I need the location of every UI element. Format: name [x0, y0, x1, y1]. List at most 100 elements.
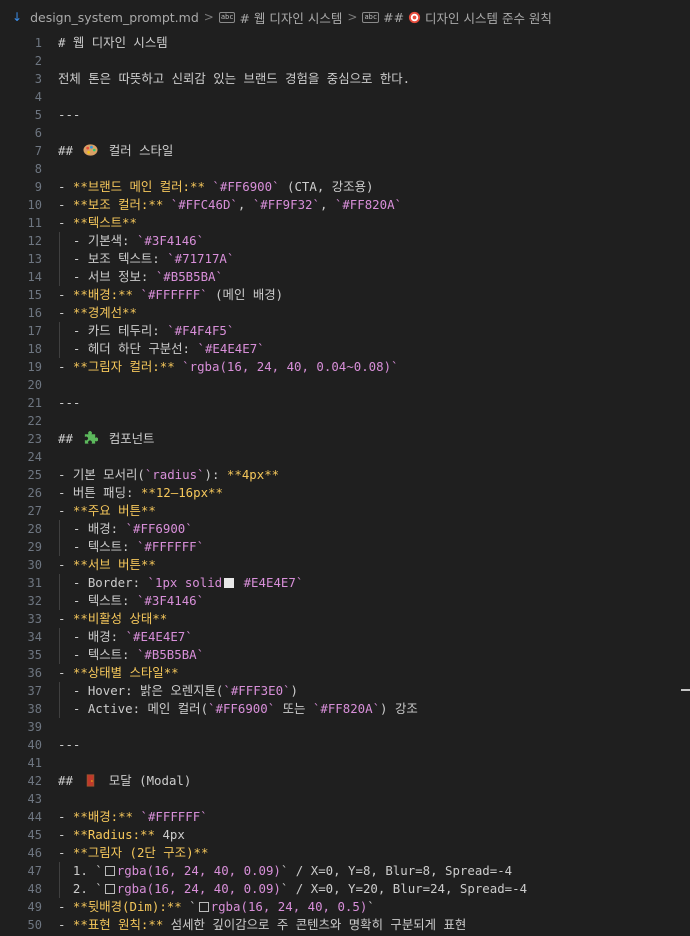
target-emoji-icon: [408, 11, 421, 23]
code-line[interactable]: 31 - Border: `1px solid #E4E4E7`: [0, 574, 690, 592]
code-line[interactable]: 23 ## 컴포넌트: [0, 430, 690, 448]
plain-text: ---: [58, 395, 81, 410]
bold-text: **Radius:**: [72, 827, 155, 842]
code-line[interactable]: 28 - 배경: `#FF6900`: [0, 520, 690, 538]
code-line[interactable]: 35 - 텍스트: `#B5B5BA`: [0, 646, 690, 664]
bold-text: **텍스트**: [72, 215, 137, 230]
code-line[interactable]: 33 - **비활성 상태**: [0, 610, 690, 628]
code-line[interactable]: 12 - 기본색: `#3F4146`: [0, 232, 690, 250]
plain-text: ,: [237, 197, 253, 212]
inline-code: `#E4E4E7`: [125, 629, 193, 644]
code-line[interactable]: 50 - **표현 원칙:** 섬세한 깊이감으로 주 콘텐츠와 명확히 구분되게…: [0, 916, 690, 934]
code-line[interactable]: 46 - **그림자 (2단 구조)**: [0, 844, 690, 862]
code-line[interactable]: 24: [0, 448, 690, 466]
inline-code: `#FFFFFF`: [140, 287, 208, 302]
code-line[interactable]: 25 - 기본 모서리(`radius`): **4px**: [0, 466, 690, 484]
code-line[interactable]: 40 ---: [0, 736, 690, 754]
code-line[interactable]: 37 - Hover: 밝은 오렌지톤(`#FFF3E0`): [0, 682, 690, 700]
line-number: 21: [27, 396, 42, 410]
inline-code: `#E4E4E7`: [197, 341, 265, 356]
line-content: - 배경: `#FF6900`: [58, 520, 193, 538]
line-content: - **Radius:** 4px: [58, 826, 185, 844]
breadcrumb-heading-2[interactable]: abc ## 디자인 시스템 준수 원칙: [362, 8, 552, 27]
inline-code: `#B5B5BA`: [155, 269, 223, 284]
code-line[interactable]: 34 - 배경: `#E4E4E7`: [0, 628, 690, 646]
code-line[interactable]: 20: [0, 376, 690, 394]
color-swatch[interactable]: [104, 884, 115, 894]
line-content: - **뒷배경(Dim):** ` rgba(16, 24, 40, 0.5)`: [58, 898, 375, 916]
line-content: - 카드 테두리: `#F4F4F5`: [58, 322, 234, 340]
plain-text: -: [58, 899, 73, 914]
code-line[interactable]: 30 - **서브 버튼**: [0, 556, 690, 574]
code-line[interactable]: 41: [0, 754, 690, 772]
plain-text: ) 강조: [380, 701, 418, 716]
code-line[interactable]: 9 - **브랜드 메인 컬러:** `#FF6900` (CTA, 강조용): [0, 178, 690, 196]
code-line[interactable]: 11 - **텍스트**: [0, 214, 690, 232]
code-line[interactable]: 21 ---: [0, 394, 690, 412]
code-line[interactable]: 43: [0, 790, 690, 808]
line-number: 27: [27, 504, 42, 518]
code-line[interactable]: 13 - 보조 텍스트: `#71717A`: [0, 250, 690, 268]
line-number: 7: [34, 144, 42, 158]
code-line[interactable]: 18 - 헤더 하단 구분선: `#E4E4E7`: [0, 340, 690, 358]
chevron-right-icon: >: [203, 10, 214, 24]
code-line[interactable]: 47 1. ` rgba(16, 24, 40, 0.09)` / X=0, Y=…: [0, 862, 690, 880]
code-line[interactable]: 15 - **배경:** `#FFFFFF` (메인 배경): [0, 286, 690, 304]
code-line[interactable]: 32 - 텍스트: `#3F4146`: [0, 592, 690, 610]
code-line[interactable]: 5 ---: [0, 106, 690, 124]
symbol-string-icon: abc: [218, 11, 236, 23]
code-line[interactable]: 49 - **뒷배경(Dim):** ` rgba(16, 24, 40, 0.5)…: [0, 898, 690, 916]
line-content: - **그림자 컬러:** `rgba(16, 24, 40, 0.04~0.0…: [58, 358, 399, 376]
code-line[interactable]: 27 - **주요 버튼**: [0, 502, 690, 520]
code-line[interactable]: 7 ## 컬러 스타일: [0, 142, 690, 160]
code-line[interactable]: 16 - **경계선**: [0, 304, 690, 322]
line-number: 34: [27, 630, 42, 644]
color-swatch[interactable]: [224, 578, 235, 588]
line-number: 45: [27, 828, 42, 842]
breadcrumb-file[interactable]: ↓ design_system_prompt.md: [12, 10, 199, 25]
bold-text: **4px**: [226, 467, 280, 482]
code-line[interactable]: 42 ## 모달 (Modal): [0, 772, 690, 790]
plain-text: ---: [58, 737, 81, 752]
chevron-right-icon: >: [347, 10, 358, 24]
code-line[interactable]: 2: [0, 52, 690, 70]
code-line[interactable]: 4: [0, 88, 690, 106]
plain-text: (메인 배경): [207, 287, 284, 302]
code-line[interactable]: 22: [0, 412, 690, 430]
code-line[interactable]: 17 - 카드 테두리: `#F4F4F5`: [0, 322, 690, 340]
bold-text: **배경:**: [72, 809, 134, 824]
plain-text: - 기본 모서리(: [58, 467, 145, 482]
code-line[interactable]: 26 - 버튼 패딩: **12–16px**: [0, 484, 690, 502]
scrollbar-marker[interactable]: [681, 689, 690, 691]
plain-text: -: [58, 665, 73, 680]
code-line[interactable]: 8: [0, 160, 690, 178]
code-line[interactable]: 39: [0, 718, 690, 736]
line-number: 16: [27, 306, 42, 320]
code-line[interactable]: 1 # 웹 디자인 시스템: [0, 34, 690, 52]
code-line[interactable]: 36 - **상태별 스타일**: [0, 664, 690, 682]
code-line[interactable]: 29 - 텍스트: `#FFFFFF`: [0, 538, 690, 556]
line-number: 49: [27, 900, 42, 914]
breadcrumb-heading-1[interactable]: abc # 웹 디자인 시스템: [218, 8, 342, 27]
code-line[interactable]: 10 - **보조 컬러:** `#FFC46D`, `#FF9F32`, `#F…: [0, 196, 690, 214]
code-line[interactable]: 48 2. ` rgba(16, 24, 40, 0.09)` / X=0, Y=…: [0, 880, 690, 898]
plain-text: -: [58, 827, 73, 842]
line-number: 9: [34, 180, 42, 194]
code-line[interactable]: 45 - **Radius:** 4px: [0, 826, 690, 844]
editor[interactable]: 1 # 웹 디자인 시스템 2 3 전체 톤은 따뜻하고 신뢰감 있는 브랜드 경험을 …: [0, 34, 690, 936]
inline-code: rgba(16, 24, 40, 0.09): [116, 863, 281, 878]
code-line[interactable]: 6: [0, 124, 690, 142]
line-content: - 기본색: `#3F4146`: [58, 232, 204, 250]
breadcrumb-file-label: design_system_prompt.md: [30, 9, 199, 25]
breadcrumb: ↓ design_system_prompt.md > abc # 웹 디자인 …: [0, 0, 690, 34]
color-swatch[interactable]: [198, 902, 209, 912]
code-line[interactable]: 44 - **배경:** `#FFFFFF`: [0, 808, 690, 826]
code-line[interactable]: 3 전체 톤은 따뜻하고 신뢰감 있는 브랜드 경험을 중심으로 한다.: [0, 70, 690, 88]
code-line[interactable]: 19 - **그림자 컬러:** `rgba(16, 24, 40, 0.04~0…: [0, 358, 690, 376]
code-line[interactable]: 38 - Active: 메인 컬러(`#FF6900` 또는 `#FF820A…: [0, 700, 690, 718]
color-swatch[interactable]: [104, 866, 115, 876]
breadcrumb-heading-2-label: 디자인 시스템 준수 원칙: [421, 10, 552, 26]
line-content: - **서브 버튼**: [58, 556, 156, 574]
bold-text: **표현 원칙:**: [72, 917, 164, 932]
code-line[interactable]: 14 - 서브 정보: `#B5B5BA`: [0, 268, 690, 286]
